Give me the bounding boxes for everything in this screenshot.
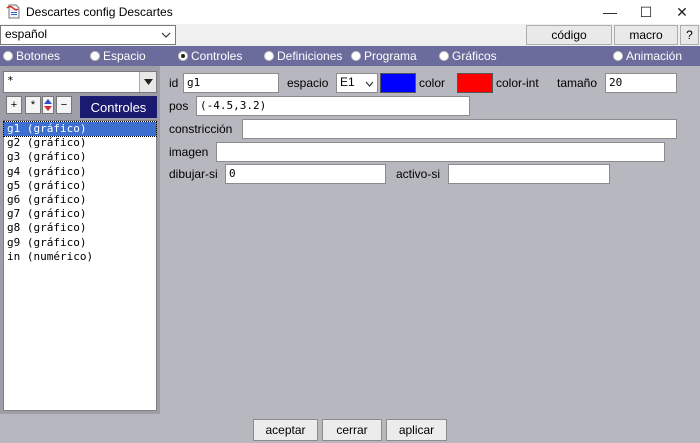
constriccion-field[interactable] bbox=[242, 119, 677, 139]
radio-icon bbox=[264, 51, 274, 61]
radio-icon bbox=[90, 51, 100, 61]
tamano-label: tamaño bbox=[557, 76, 598, 90]
cerrar-button[interactable]: cerrar bbox=[322, 419, 382, 441]
controls-list[interactable]: g1 (gráfico) g2 (gráfico) g3 (gráfico) g… bbox=[3, 120, 157, 411]
tab-controles[interactable]: Controles bbox=[178, 46, 242, 66]
list-item[interactable]: g7 (gráfico) bbox=[4, 207, 156, 221]
list-item[interactable]: g8 (gráfico) bbox=[4, 221, 156, 235]
pos-field[interactable]: (-4.5,3.2) bbox=[196, 96, 470, 116]
list-item[interactable]: g2 (gráfico) bbox=[4, 136, 156, 150]
macro-button[interactable]: macro bbox=[614, 25, 678, 45]
filter-select[interactable]: * bbox=[3, 71, 157, 93]
tab-label: Controles bbox=[191, 49, 243, 63]
color-swatch[interactable] bbox=[380, 73, 416, 93]
tamano-field[interactable]: 20 bbox=[605, 73, 677, 93]
section-label: Controles bbox=[80, 96, 157, 118]
dropdown-arrow-icon[interactable] bbox=[139, 72, 156, 92]
language-select[interactable]: español bbox=[0, 25, 176, 45]
tab-animacion[interactable]: Animación bbox=[613, 46, 682, 66]
tab-label: Programa bbox=[364, 49, 417, 63]
tab-programa[interactable]: Programa bbox=[351, 46, 417, 66]
tab-botones[interactable]: Botones bbox=[3, 46, 60, 66]
close-button[interactable]: ✕ bbox=[664, 0, 700, 24]
tab-label: Gráficos bbox=[452, 49, 497, 63]
list-item[interactable]: g4 (gráfico) bbox=[4, 165, 156, 179]
tab-label: Botones bbox=[16, 49, 61, 63]
tab-graficos[interactable]: Gráficos bbox=[439, 46, 497, 66]
dibujar-si-field[interactable]: 0 bbox=[225, 164, 386, 184]
tab-label: Animación bbox=[626, 49, 683, 63]
tab-label: Espacio bbox=[103, 49, 146, 63]
list-item[interactable]: g5 (gráfico) bbox=[4, 179, 156, 193]
activo-si-field[interactable] bbox=[448, 164, 610, 184]
activo-si-label: activo-si bbox=[396, 167, 441, 181]
espacio-select[interactable]: E1 bbox=[336, 73, 378, 93]
id-field[interactable]: g1 bbox=[183, 73, 279, 93]
duplicate-control-button[interactable]: * bbox=[25, 96, 41, 114]
delete-control-button[interactable]: − bbox=[56, 96, 72, 114]
radio-icon bbox=[439, 51, 449, 61]
radio-icon bbox=[3, 51, 13, 61]
add-control-button[interactable]: + bbox=[6, 96, 22, 114]
help-button[interactable]: ? bbox=[680, 25, 699, 45]
maximize-button[interactable]: ☐ bbox=[628, 0, 664, 24]
list-item[interactable]: g1 (gráfico) bbox=[3, 120, 157, 138]
tab-label: Definiciones bbox=[277, 49, 343, 63]
constriccion-label: constricción bbox=[169, 122, 233, 136]
list-item[interactable]: g3 (gráfico) bbox=[4, 150, 156, 164]
chevron-down-icon bbox=[365, 81, 374, 87]
aplicar-button[interactable]: aplicar bbox=[386, 419, 447, 441]
color-label: color bbox=[419, 76, 446, 90]
list-item[interactable]: g9 (gráfico) bbox=[4, 236, 156, 250]
move-control-button[interactable] bbox=[42, 96, 54, 114]
color-int-swatch[interactable] bbox=[457, 73, 493, 93]
color-int-label: color-int bbox=[496, 76, 539, 90]
radio-selected-icon bbox=[178, 51, 188, 61]
list-item[interactable]: in (numérico) bbox=[4, 250, 156, 264]
list-item[interactable]: g6 (gráfico) bbox=[4, 193, 156, 207]
chevron-down-icon[interactable] bbox=[158, 27, 174, 43]
window-title: Descartes config Descartes bbox=[26, 5, 173, 19]
codigo-button[interactable]: código bbox=[526, 25, 612, 45]
imagen-label: imagen bbox=[169, 145, 209, 159]
app-icon bbox=[6, 4, 20, 19]
pos-label: pos bbox=[169, 99, 189, 113]
aceptar-button[interactable]: aceptar bbox=[253, 419, 318, 441]
tab-espacio[interactable]: Espacio bbox=[90, 46, 146, 66]
up-down-arrows-icon bbox=[44, 99, 52, 111]
minimize-button[interactable]: — bbox=[592, 0, 628, 24]
espacio-value: E1 bbox=[340, 75, 355, 89]
dibujar-si-label: dibujar-si bbox=[169, 167, 218, 181]
tab-definiciones[interactable]: Definiciones bbox=[264, 46, 342, 66]
espacio-label: espacio bbox=[287, 76, 329, 90]
radio-icon bbox=[351, 51, 361, 61]
imagen-field[interactable] bbox=[216, 142, 665, 162]
radio-icon bbox=[613, 51, 623, 61]
id-label: id bbox=[169, 76, 179, 90]
